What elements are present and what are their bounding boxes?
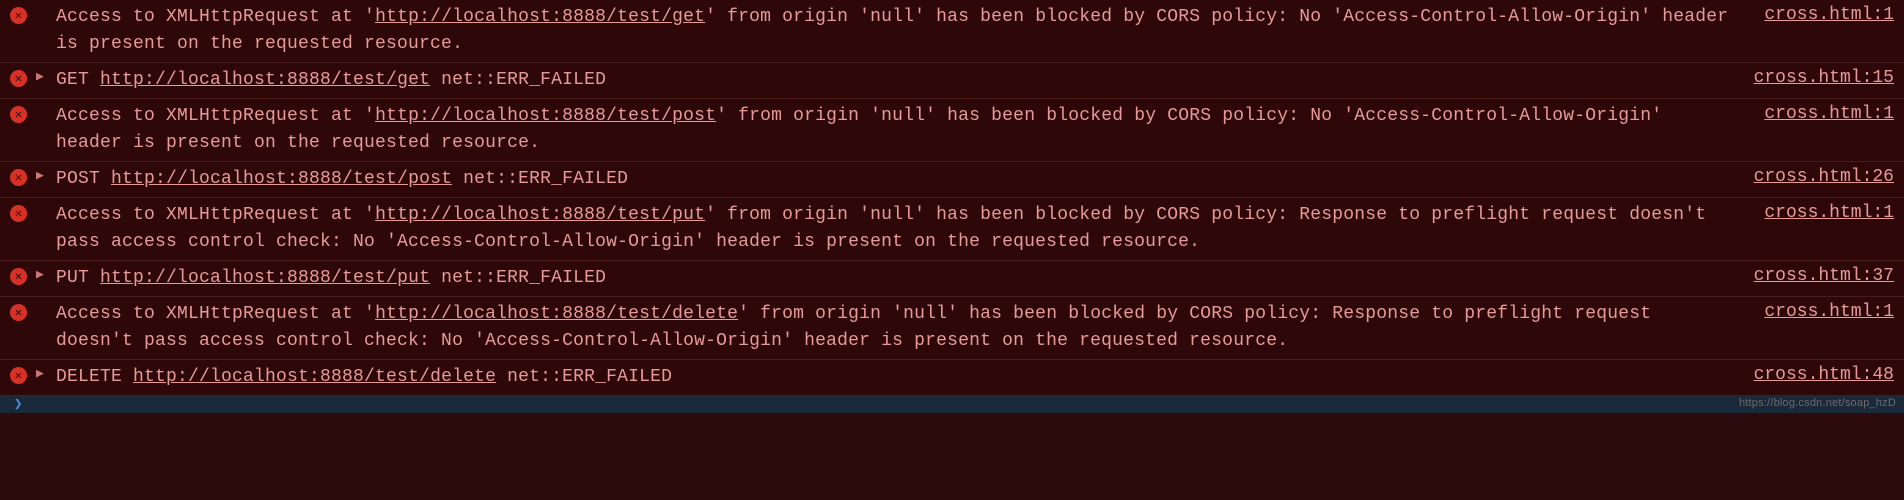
request-url-link[interactable]: http://localhost:8888/test/delete: [133, 367, 496, 387]
http-method: DELETE: [56, 367, 133, 387]
http-method: POST: [56, 169, 111, 189]
message-text: Access to XMLHttpRequest at 'http://loca…: [56, 301, 1744, 355]
message-segment: Access to XMLHttpRequest at ': [56, 7, 375, 27]
http-method: GET: [56, 70, 100, 90]
error-icon: ✕: [10, 268, 27, 285]
net-error-suffix: net::ERR_FAILED: [430, 268, 606, 288]
message-segment: Access to XMLHttpRequest at ': [56, 304, 375, 324]
net-error-suffix: net::ERR_FAILED: [452, 169, 628, 189]
message-segment: Access to XMLHttpRequest at ': [56, 106, 375, 126]
console-row[interactable]: ✕ ▶PUT http://localhost:8888/test/put net…: [0, 260, 1904, 296]
icon-column: ✕: [10, 301, 36, 321]
message-text: PUT http://localhost:8888/test/put net::…: [56, 265, 1734, 292]
error-icon: ✕: [10, 169, 27, 186]
console-row[interactable]: ✕ ▶GET http://localhost:8888/test/get net…: [0, 62, 1904, 98]
origin-value: null: [881, 106, 925, 126]
icon-column: ✕: [10, 4, 36, 24]
error-icon: ✕: [10, 7, 27, 24]
console-row[interactable]: ✕ Access to XMLHttpRequest at 'http://loc…: [0, 98, 1904, 161]
request-url-link[interactable]: http://localhost:8888/test/put: [100, 268, 430, 288]
message-segment: ' from origin ': [716, 106, 881, 126]
source-location-link[interactable]: cross.html:37: [1734, 265, 1894, 286]
origin-value: null: [870, 205, 914, 225]
icon-column: ✕: [10, 364, 36, 384]
disclosure-triangle-icon[interactable]: ▶: [36, 364, 56, 381]
source-location-link[interactable]: cross.html:1: [1744, 103, 1894, 124]
origin-value: null: [903, 304, 947, 324]
console-row[interactable]: ✕ Access to XMLHttpRequest at 'http://loc…: [0, 296, 1904, 359]
icon-column: ✕: [10, 202, 36, 222]
message-text: POST http://localhost:8888/test/post net…: [56, 166, 1734, 193]
prompt-caret-icon: ❯: [14, 396, 22, 413]
error-icon: ✕: [10, 367, 27, 384]
console-row[interactable]: ✕ ▶POST http://localhost:8888/test/post n…: [0, 161, 1904, 197]
error-icon: ✕: [10, 106, 27, 123]
origin-value: null: [870, 7, 914, 27]
console-row[interactable]: ✕ Access to XMLHttpRequest at 'http://loc…: [0, 0, 1904, 62]
request-url-link[interactable]: http://localhost:8888/test/post: [375, 106, 716, 126]
message-text: DELETE http://localhost:8888/test/delete…: [56, 364, 1734, 391]
console-row[interactable]: ✕ ▶DELETE http://localhost:8888/test/dele…: [0, 359, 1904, 395]
console-prompt-strip[interactable]: ❯ https://blog.csdn.net/soap_hzD: [0, 395, 1904, 413]
console-row[interactable]: ✕ Access to XMLHttpRequest at 'http://loc…: [0, 197, 1904, 260]
console-error-list: ✕Access to XMLHttpRequest at 'http://loc…: [0, 0, 1904, 395]
error-icon: ✕: [10, 304, 27, 321]
request-url-link[interactable]: http://localhost:8888/test/get: [100, 70, 430, 90]
error-icon: ✕: [10, 205, 27, 222]
message-text: Access to XMLHttpRequest at 'http://loca…: [56, 202, 1744, 256]
source-location-link[interactable]: cross.html:15: [1734, 67, 1894, 88]
watermark-text: https://blog.csdn.net/soap_hzD: [1739, 397, 1896, 409]
disclosure-triangle-icon: [36, 4, 56, 6]
disclosure-triangle-icon: [36, 202, 56, 204]
disclosure-triangle-icon: [36, 301, 56, 303]
message-text: Access to XMLHttpRequest at 'http://loca…: [56, 4, 1744, 58]
source-location-link[interactable]: cross.html:1: [1744, 301, 1894, 322]
http-method: PUT: [56, 268, 100, 288]
icon-column: ✕: [10, 265, 36, 285]
source-location-link[interactable]: cross.html:48: [1734, 364, 1894, 385]
disclosure-triangle-icon[interactable]: ▶: [36, 166, 56, 183]
error-icon: ✕: [10, 70, 27, 87]
message-segment: ' from origin ': [738, 304, 903, 324]
source-location-link[interactable]: cross.html:1: [1744, 4, 1894, 25]
request-url-link[interactable]: http://localhost:8888/test/get: [375, 7, 705, 27]
icon-column: ✕: [10, 166, 36, 186]
net-error-suffix: net::ERR_FAILED: [496, 367, 672, 387]
source-location-link[interactable]: cross.html:1: [1744, 202, 1894, 223]
net-error-suffix: net::ERR_FAILED: [430, 70, 606, 90]
disclosure-triangle-icon[interactable]: ▶: [36, 67, 56, 84]
icon-column: ✕: [10, 103, 36, 123]
request-url-link[interactable]: http://localhost:8888/test/post: [111, 169, 452, 189]
message-segment: ' from origin ': [705, 7, 870, 27]
disclosure-triangle-icon: [36, 103, 56, 105]
message-segment: ' from origin ': [705, 205, 870, 225]
disclosure-triangle-icon[interactable]: ▶: [36, 265, 56, 282]
message-text: GET http://localhost:8888/test/get net::…: [56, 67, 1734, 94]
icon-column: ✕: [10, 67, 36, 87]
request-url-link[interactable]: http://localhost:8888/test/delete: [375, 304, 738, 324]
message-text: Access to XMLHttpRequest at 'http://loca…: [56, 103, 1744, 157]
source-location-link[interactable]: cross.html:26: [1734, 166, 1894, 187]
request-url-link[interactable]: http://localhost:8888/test/put: [375, 205, 705, 225]
message-segment: Access to XMLHttpRequest at ': [56, 205, 375, 225]
